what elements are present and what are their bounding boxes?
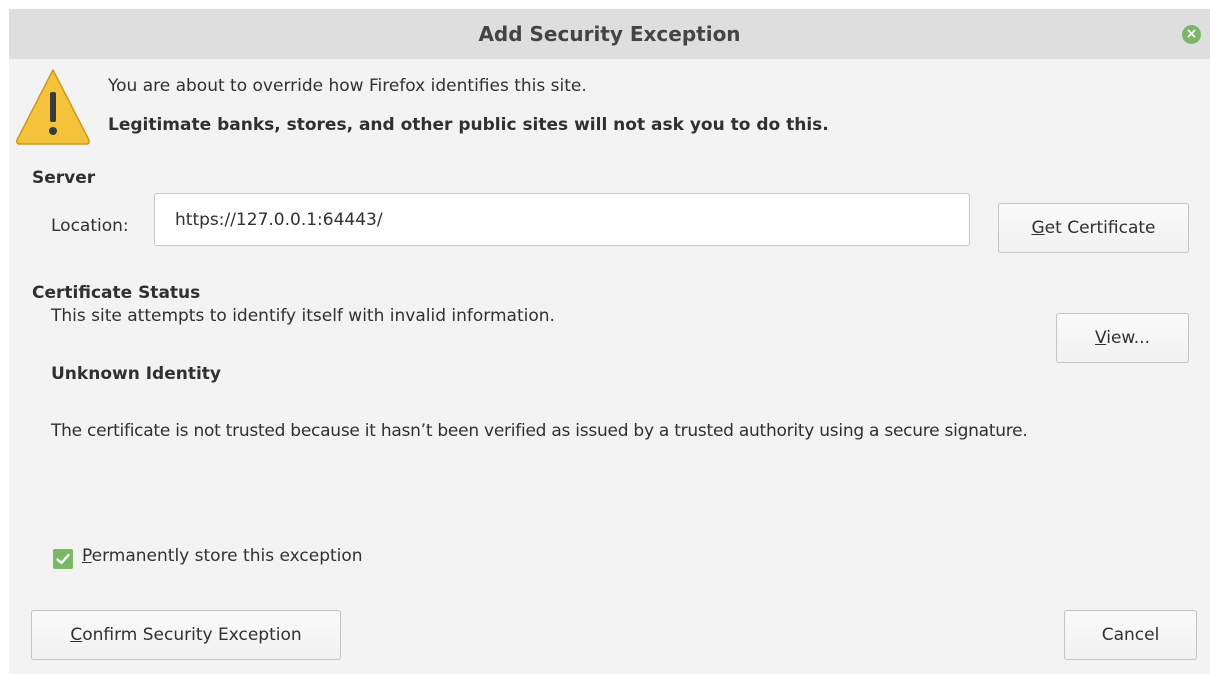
identity-heading: Unknown Identity xyxy=(51,364,222,384)
cancel-button[interactable]: Cancel xyxy=(1064,610,1197,660)
permanent-mnemonic: P xyxy=(82,546,92,566)
permanent-checkbox-label[interactable]: Permanently store this exception xyxy=(82,546,363,566)
add-security-exception-dialog: Add Security Exception × xyxy=(9,9,1210,674)
confirm-label: onfirm Security Exception xyxy=(82,625,302,645)
certificate-status-heading: Certificate Status xyxy=(32,283,201,303)
confirm-security-exception-button[interactable]: Confirm Security Exception xyxy=(31,610,341,660)
location-label: Location: xyxy=(51,216,129,236)
certificate-description: The certificate is not trusted because i… xyxy=(51,421,1028,441)
get-certificate-mnemonic: G xyxy=(1031,218,1045,238)
view-label: iew... xyxy=(1106,328,1150,348)
permanent-label: ermanently store this exception xyxy=(91,546,363,566)
title-bar: Add Security Exception × xyxy=(9,9,1210,59)
certificate-status-text: This site attempts to identify itself wi… xyxy=(51,306,555,326)
server-heading: Server xyxy=(32,168,96,188)
permanent-checkbox[interactable] xyxy=(53,549,73,569)
warning-emphasis: Legitimate banks, stores, and other publ… xyxy=(108,115,829,135)
view-button[interactable]: View... xyxy=(1056,313,1189,363)
warning-icon xyxy=(16,69,90,145)
dialog-title: Add Security Exception xyxy=(478,22,741,46)
location-input[interactable] xyxy=(154,193,970,246)
close-icon[interactable]: × xyxy=(1182,25,1201,44)
confirm-mnemonic: C xyxy=(70,625,83,645)
checkmark-icon xyxy=(56,553,70,565)
view-mnemonic: V xyxy=(1094,328,1107,348)
get-certificate-label: et Certificate xyxy=(1044,218,1156,238)
warning-message: You are about to override how Firefox id… xyxy=(108,76,587,96)
get-certificate-button[interactable]: Get Certificate xyxy=(998,203,1189,253)
